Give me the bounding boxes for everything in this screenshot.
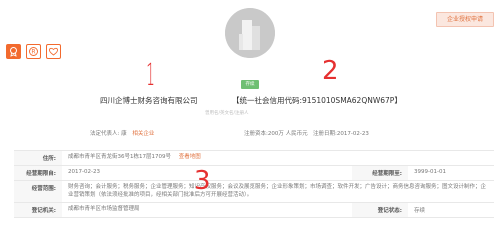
building-logo-icon bbox=[225, 8, 275, 58]
heart-icon[interactable] bbox=[46, 44, 61, 59]
legal-rep-name[interactable]: 康 bbox=[121, 131, 127, 137]
registration-status-label: 登记状态: bbox=[352, 203, 408, 217]
trademark-icon[interactable]: R bbox=[26, 44, 41, 59]
table-row: 经营期限自: 2017-02-23 经营期限至: 3999-01-01 bbox=[14, 166, 494, 181]
svg-text:R: R bbox=[31, 49, 35, 56]
claim-company-button[interactable]: 企业授权申请 bbox=[436, 12, 494, 27]
table-row: 住所: 成都市青羊区青龙街36号1栋17层1709号 查看地图 bbox=[14, 151, 494, 166]
registration-authority-value: 成都市青羊区市场监督管理局 bbox=[68, 206, 140, 212]
annotation-2: 2 bbox=[322, 56, 339, 86]
business-scope-label: 经营范围: bbox=[14, 181, 62, 202]
table-row: 经营范围: 财务咨询；会计服务；税务服务；企业管理服务；知识产权服务；会议及展览… bbox=[14, 181, 494, 203]
registration-status-value: 存续 bbox=[414, 208, 426, 214]
former-name: 曾用名/英文名/注册人 bbox=[205, 111, 249, 116]
address-label: 住所: bbox=[14, 151, 62, 165]
annotation-3: 3 bbox=[194, 166, 211, 196]
annotation-1: 1 bbox=[146, 58, 155, 93]
term-start-label: 经营期限自: bbox=[14, 166, 62, 180]
registered-capital: 注册资本:200万 人民币元 bbox=[244, 131, 308, 137]
credit-code: 【统一社会信用代码:9151010SMA62QNW67P】 bbox=[232, 96, 402, 105]
view-map-link[interactable]: 查看地图 bbox=[179, 154, 201, 160]
company-name: 四川企博士财务咨询有限公司 bbox=[100, 96, 198, 105]
address-value: 成都市青羊区青龙街36号1栋17层1709号 查看地图 bbox=[68, 154, 201, 160]
term-end-value: 3999-01-01 bbox=[414, 169, 446, 175]
status-badge: 存续 bbox=[241, 80, 259, 89]
badge-icon-row: R bbox=[6, 44, 61, 59]
term-end-label: 经营期限至: bbox=[352, 166, 408, 180]
legal-representative: 法定代表人: 康 相关企业 bbox=[90, 129, 154, 137]
company-info-table: 住所: 成都市青羊区青龙街36号1栋17层1709号 查看地图 经营期限自: 2… bbox=[14, 150, 494, 218]
certificate-icon[interactable] bbox=[6, 44, 21, 59]
established-date: 注册日期:2017-02-23 bbox=[313, 131, 369, 137]
registration-authority-label: 登记机关: bbox=[14, 203, 62, 217]
legal-rep-label: 法定代表人: bbox=[90, 131, 120, 137]
related-companies-link[interactable]: 相关企业 bbox=[132, 131, 154, 137]
business-scope-value: 财务咨询；会计服务；税务服务；企业管理服务；知识产权服务；会议及展览服务；企业形… bbox=[68, 184, 487, 198]
table-row: 登记机关: 成都市青羊区市场监督管理局 登记状态: 存续 bbox=[14, 203, 494, 218]
